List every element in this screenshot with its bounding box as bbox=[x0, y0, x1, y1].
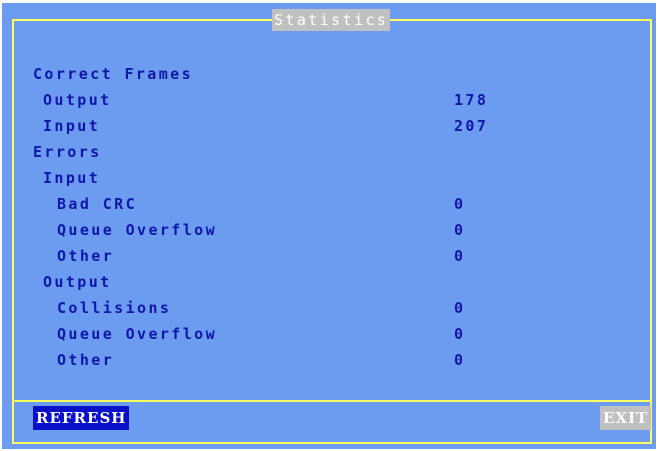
input-queue-overflow-label: Queue Overflow bbox=[57, 221, 218, 239]
correct-frames-output-label: Output bbox=[43, 91, 112, 109]
output-queue-overflow-label: Queue Overflow bbox=[57, 325, 218, 343]
statistics-screen: Statistics Correct Frames Output 178 Inp… bbox=[2, 3, 656, 449]
output-other-value: 0 bbox=[454, 351, 466, 369]
output-other-label: Other bbox=[57, 351, 115, 369]
input-other-value: 0 bbox=[454, 247, 466, 265]
correct-frames-output-value: 178 bbox=[454, 91, 489, 109]
footer-divider bbox=[12, 400, 652, 402]
bad-crc-value: 0 bbox=[454, 195, 466, 213]
input-queue-overflow-value: 0 bbox=[454, 221, 466, 239]
correct-frames-input-label: Input bbox=[43, 117, 101, 135]
window-title: Statistics bbox=[272, 9, 391, 31]
correct-frames-heading: Correct Frames bbox=[33, 65, 194, 83]
errors-input-heading: Input bbox=[43, 169, 101, 187]
collisions-label: Collisions bbox=[57, 299, 172, 317]
collisions-value: 0 bbox=[454, 299, 466, 317]
input-other-label: Other bbox=[57, 247, 115, 265]
exit-button[interactable]: EXIT bbox=[600, 406, 652, 430]
output-queue-overflow-value: 0 bbox=[454, 325, 466, 343]
correct-frames-input-value: 207 bbox=[454, 117, 489, 135]
refresh-button[interactable]: REFRESH bbox=[33, 406, 130, 430]
bad-crc-label: Bad CRC bbox=[57, 195, 138, 213]
errors-output-heading: Output bbox=[43, 273, 112, 291]
errors-heading: Errors bbox=[33, 143, 102, 161]
